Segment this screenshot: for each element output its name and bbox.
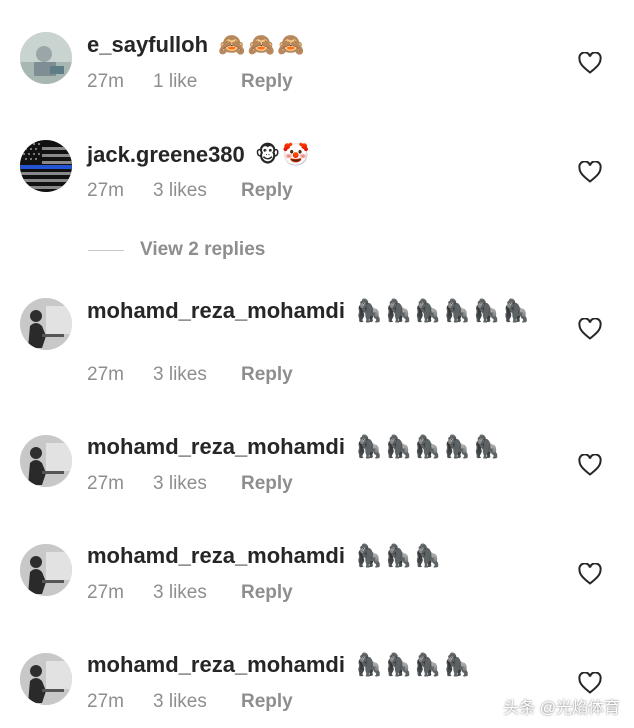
comment-emoji: 🐵🤡 bbox=[254, 142, 312, 167]
avatar[interactable] bbox=[20, 653, 72, 705]
avatar-photo-icon bbox=[20, 653, 72, 705]
reply-button[interactable]: Reply bbox=[241, 473, 293, 495]
like-count[interactable]: 1 like bbox=[153, 71, 241, 93]
heart-icon[interactable] bbox=[578, 454, 602, 476]
reply-button[interactable]: Reply bbox=[241, 691, 293, 713]
reply-button[interactable]: Reply bbox=[241, 180, 293, 202]
comment-meta: 27m 1 like Reply bbox=[87, 71, 293, 93]
timestamp: 27m bbox=[87, 691, 124, 712]
avatar[interactable] bbox=[20, 140, 72, 192]
username[interactable]: jack.greene380 bbox=[87, 142, 245, 167]
view-replies-button[interactable]: View 2 replies bbox=[88, 236, 265, 264]
view-replies-label: View 2 replies bbox=[140, 239, 266, 260]
heart-icon[interactable] bbox=[578, 318, 602, 340]
like-count[interactable]: 3 likes bbox=[153, 473, 241, 495]
comment-text: e_sayfulloh 🙈🙈🙈 bbox=[87, 30, 574, 60]
avatar[interactable] bbox=[20, 435, 72, 487]
heart-icon[interactable] bbox=[578, 672, 602, 694]
username[interactable]: mohamd_reza_mohamdi bbox=[87, 543, 345, 568]
avatar[interactable] bbox=[20, 544, 72, 596]
avatar[interactable] bbox=[20, 32, 72, 84]
timestamp: 27m bbox=[87, 71, 124, 92]
username[interactable]: mohamd_reza_mohamdi bbox=[87, 652, 345, 677]
timestamp: 27m bbox=[87, 473, 124, 494]
like-count[interactable]: 3 likes bbox=[153, 364, 241, 386]
avatar-photo-icon bbox=[20, 32, 72, 84]
comment-text: mohamd_reza_mohamdi 🦍🦍🦍🦍 bbox=[87, 650, 574, 680]
like-count[interactable]: 3 likes bbox=[153, 582, 241, 604]
comment-emoji: 🦍🦍🦍 bbox=[355, 543, 444, 568]
comment-text: mohamd_reza_mohamdi 🦍🦍🦍🦍🦍🦍 bbox=[87, 296, 547, 326]
comment-text: mohamd_reza_mohamdi 🦍🦍🦍🦍🦍 bbox=[87, 432, 574, 462]
timestamp: 27m bbox=[87, 582, 124, 603]
reply-button[interactable]: Reply bbox=[241, 364, 293, 386]
comment-emoji: 🦍🦍🦍🦍🦍 bbox=[355, 434, 503, 459]
comment-meta: 27m 3 likes Reply bbox=[87, 582, 293, 604]
comment-meta: 27m 3 likes Reply bbox=[87, 691, 293, 713]
avatar-photo-icon bbox=[20, 544, 72, 596]
replies-divider bbox=[88, 249, 124, 251]
comment-emoji: 🙈🙈🙈 bbox=[218, 32, 307, 57]
reply-button[interactable]: Reply bbox=[241, 71, 293, 93]
like-count[interactable]: 3 likes bbox=[153, 180, 241, 202]
timestamp: 27m bbox=[87, 180, 124, 201]
heart-icon[interactable] bbox=[578, 52, 602, 74]
username[interactable]: mohamd_reza_mohamdi bbox=[87, 298, 345, 323]
comment-text: jack.greene380 🐵🤡 bbox=[87, 140, 574, 170]
comment-meta: 27m 3 likes Reply bbox=[87, 180, 293, 202]
heart-icon[interactable] bbox=[578, 563, 602, 585]
comment-emoji: 🦍🦍🦍🦍🦍🦍 bbox=[355, 298, 532, 323]
reply-button[interactable]: Reply bbox=[241, 582, 293, 604]
comment-meta: 27m 3 likes Reply bbox=[87, 364, 293, 386]
heart-icon[interactable] bbox=[578, 161, 602, 183]
comment-meta: 27m 3 likes Reply bbox=[87, 473, 293, 495]
avatar-photo-icon bbox=[20, 298, 72, 350]
username[interactable]: e_sayfulloh bbox=[87, 32, 208, 57]
avatar[interactable] bbox=[20, 298, 72, 350]
watermark: 头条 @光焰体育 bbox=[503, 700, 620, 717]
comment-emoji: 🦍🦍🦍🦍 bbox=[355, 652, 473, 677]
comment-text: mohamd_reza_mohamdi 🦍🦍🦍 bbox=[87, 541, 574, 571]
thin-blue-line-flag-icon bbox=[20, 140, 72, 192]
avatar-photo-icon bbox=[20, 435, 72, 487]
username[interactable]: mohamd_reza_mohamdi bbox=[87, 434, 345, 459]
like-count[interactable]: 3 likes bbox=[153, 691, 241, 713]
timestamp: 27m bbox=[87, 364, 124, 385]
